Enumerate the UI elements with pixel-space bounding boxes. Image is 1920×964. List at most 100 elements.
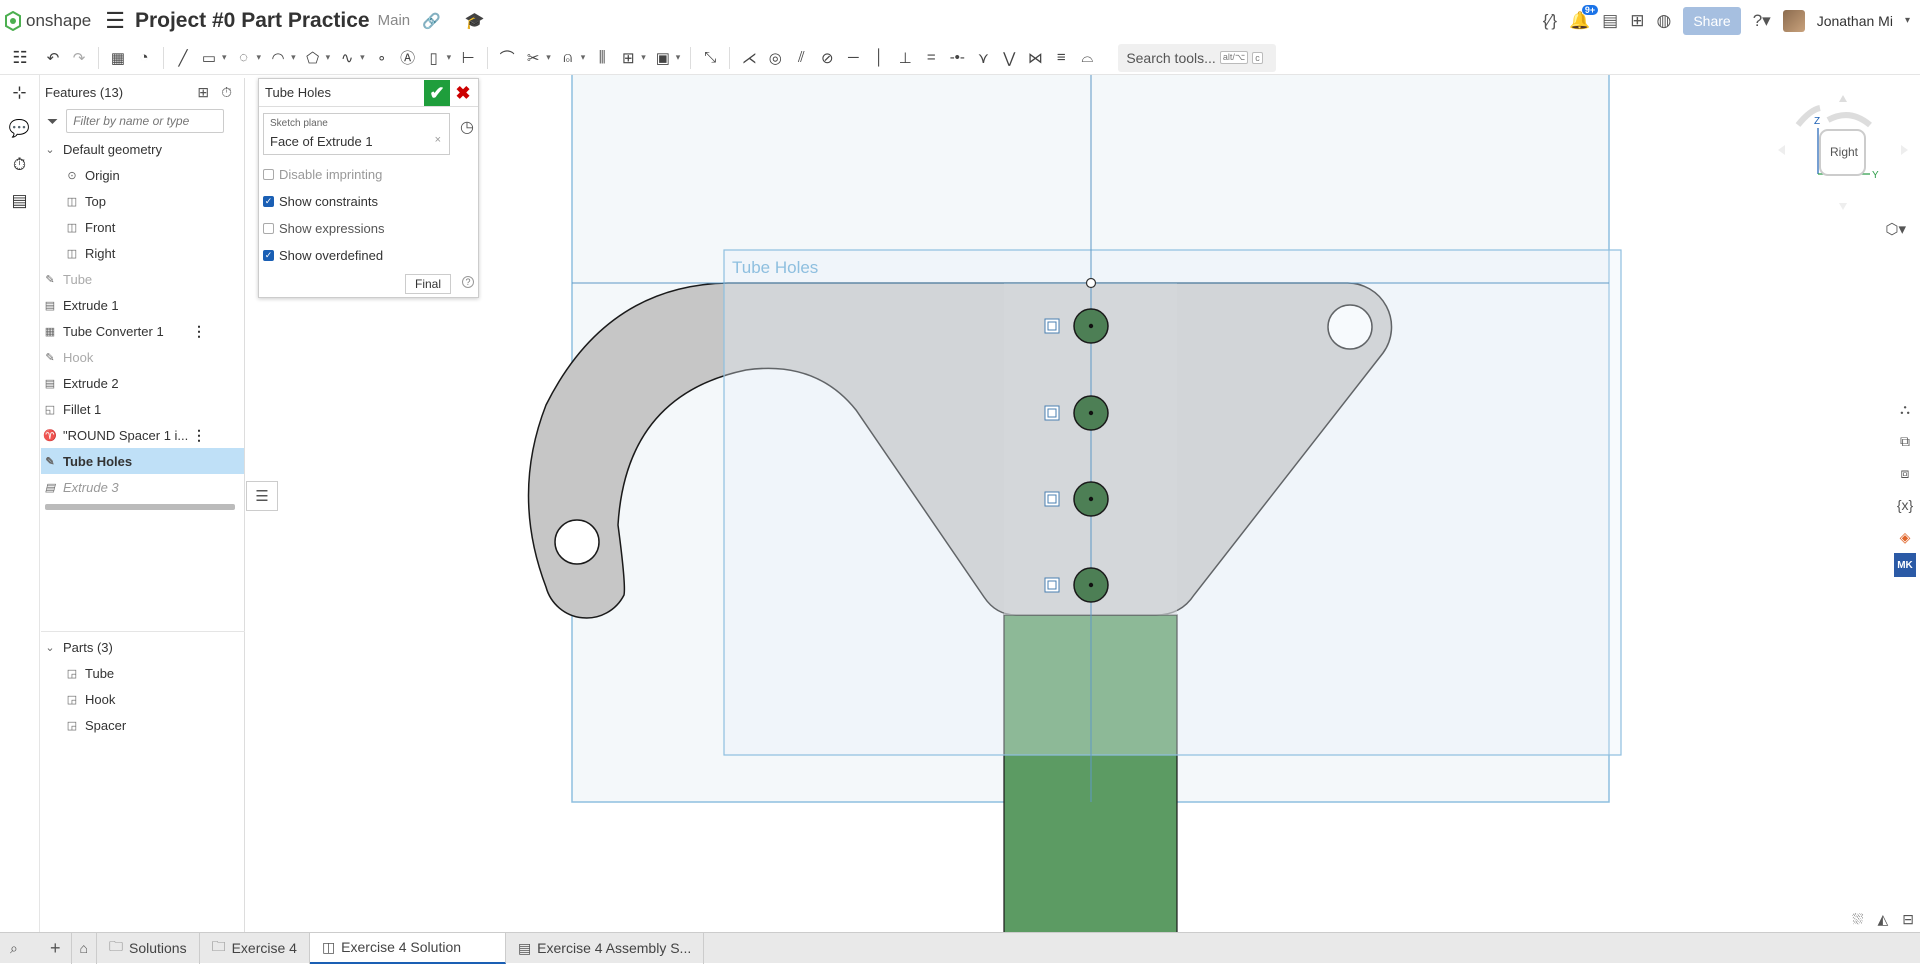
fillet-sketch-icon[interactable]: ⌒ xyxy=(494,47,520,68)
share-button[interactable]: Share xyxy=(1683,6,1741,35)
tree-item-tube-sketch[interactable]: ✎ Tube xyxy=(41,266,244,292)
user-chevron-down-icon[interactable]: ▾ xyxy=(1905,15,1910,26)
more-options-icon[interactable]: ⋮ xyxy=(192,323,206,340)
tree-item-right[interactable]: ◫ Right xyxy=(41,240,244,266)
sketch-origin-point[interactable] xyxy=(1085,277,1097,289)
feature-list-icon[interactable]: ☷ xyxy=(0,48,40,68)
arrow-down-icon[interactable] xyxy=(1839,203,1847,210)
arrow-left-icon[interactable] xyxy=(1778,145,1785,155)
learning-center-icon[interactable]: 🎓 xyxy=(465,11,485,31)
onshape-logo[interactable]: onshape xyxy=(4,10,91,31)
model-viewport[interactable]: Tube Holes xyxy=(246,64,1920,946)
avatar[interactable] xyxy=(1782,9,1805,32)
horizontal-icon[interactable]: ─ xyxy=(840,49,866,66)
tree-item-origin[interactable]: ⊙ Origin xyxy=(41,162,244,188)
sketch-options-icon[interactable]: ◔ xyxy=(131,49,157,66)
chevron-down-icon[interactable]: ▾ xyxy=(447,52,452,63)
dimension-tool-icon[interactable]: ⤡ xyxy=(697,49,723,66)
part-item-hook[interactable]: ◲ Hook xyxy=(41,686,245,712)
use-tool-icon[interactable]: ⊢ xyxy=(455,49,481,67)
app-icon-color[interactable]: ◈ xyxy=(1890,521,1920,553)
tree-item-extrude-2[interactable]: ▤ Extrude 2 xyxy=(41,370,244,396)
configuration-icon[interactable]: ⧉ xyxy=(1890,425,1920,457)
sketch-list-icon[interactable]: ▦ xyxy=(105,49,131,67)
graphics-canvas[interactable]: Tube Holes Z Y Right ⬡▾ ⛬ ⧉ ⧈ {x} ◈ MK xyxy=(246,64,1920,946)
tab-solutions[interactable]: 🗀 Solutions xyxy=(97,932,200,964)
equal-icon[interactable]: = xyxy=(918,49,944,66)
tree-item-hook-sketch[interactable]: ✎ Hook xyxy=(41,344,244,370)
rectangle-tool-icon[interactable]: ▭ xyxy=(196,49,222,67)
insert-feature-icon[interactable]: ⊹ xyxy=(0,75,39,111)
chevron-down-icon[interactable]: ▾ xyxy=(222,52,227,63)
add-folder-icon[interactable]: ⊞ xyxy=(197,84,209,101)
rollback-bar[interactable] xyxy=(45,504,235,510)
undo-icon[interactable]: ↶ xyxy=(40,49,66,67)
tab-exercise-4-assembly[interactable]: ▤ Exercise 4 Assembly S... xyxy=(506,932,705,964)
final-button[interactable]: Final xyxy=(405,274,451,294)
chevron-down-icon[interactable]: ▾ xyxy=(257,52,262,63)
polygon-tool-icon[interactable]: ⬠ xyxy=(300,49,326,67)
mass-properties-icon[interactable]: ◭ xyxy=(1877,911,1888,928)
sketch-plane-field[interactable]: Sketch plane Face of Extrude 1 × xyxy=(263,113,450,155)
fix-icon[interactable]: ≡ xyxy=(1048,49,1074,66)
release-icon[interactable]: ▤ xyxy=(1602,11,1618,31)
pattern-tool-icon[interactable]: ⊞ xyxy=(615,49,641,67)
concentric-icon[interactable]: ◎ xyxy=(762,49,788,67)
measure-icon[interactable]: ⛆ xyxy=(1852,911,1863,928)
view-cube[interactable]: Z Y Right xyxy=(1720,90,1920,210)
tree-item-fillet-1[interactable]: ◱ Fillet 1 xyxy=(41,396,244,422)
curvature-icon[interactable]: ⌓ xyxy=(1074,49,1100,66)
more-options-icon[interactable]: ⋮ xyxy=(192,427,206,444)
constraint-icon[interactable] xyxy=(1044,405,1060,421)
globe-icon[interactable]: ◍ xyxy=(1656,11,1671,31)
text-tool-icon[interactable]: Ⓐ xyxy=(395,47,421,68)
view-options-icon[interactable]: ⬡▾ xyxy=(1885,220,1906,238)
tree-item-extrude-1[interactable]: ▤ Extrude 1 xyxy=(41,292,244,318)
app-icon-mk[interactable]: MK xyxy=(1894,553,1916,577)
rotate-arc-icon[interactable] xyxy=(1826,112,1872,128)
chevron-down-icon[interactable]: ▾ xyxy=(641,52,646,63)
chevron-down-icon[interactable]: ▾ xyxy=(360,52,365,63)
chevron-down-icon[interactable]: ⌄ xyxy=(41,641,59,654)
perpendicular-icon[interactable]: ⊥ xyxy=(892,49,918,67)
point-tool-icon[interactable]: ∘ xyxy=(369,49,395,67)
option-disable-imprinting[interactable]: Disable imprinting xyxy=(263,167,382,182)
option-show-overdefined[interactable]: ✓ Show overdefined xyxy=(263,248,383,263)
tree-item-front[interactable]: ◫ Front xyxy=(41,214,244,240)
comments-icon[interactable]: 💬 xyxy=(0,111,39,147)
mirror-tool-icon[interactable]: ⫼ xyxy=(589,49,615,66)
tree-item-tube-holes[interactable]: ✎ Tube Holes xyxy=(41,448,244,474)
tree-item-tube-converter[interactable]: ▦ Tube Converter 1 ⋮ xyxy=(41,318,244,344)
hole-center-point[interactable] xyxy=(1088,410,1094,416)
option-show-constraints[interactable]: ✓ Show constraints xyxy=(263,194,378,209)
constraint-icon[interactable] xyxy=(1044,577,1060,593)
properties-icon[interactable]: ▤ xyxy=(0,183,39,219)
checkbox[interactable]: ✓ xyxy=(263,250,274,261)
line-tool-icon[interactable]: ╱ xyxy=(170,49,196,67)
vertical-icon[interactable]: │ xyxy=(866,49,892,66)
checkbox[interactable] xyxy=(263,223,274,234)
appearance-icon[interactable]: ⛬ xyxy=(1890,393,1920,425)
variable-table-icon[interactable]: {x} xyxy=(1890,489,1920,521)
menu-icon[interactable]: ☰ xyxy=(105,8,125,34)
cancel-button[interactable]: ✖ xyxy=(452,80,474,106)
arrow-right-icon[interactable] xyxy=(1901,145,1908,155)
constraint-icon[interactable] xyxy=(1044,491,1060,507)
accept-button[interactable]: ✔ xyxy=(424,80,450,106)
search-tools-input[interactable]: Search tools... alt/⌥ c xyxy=(1118,43,1277,72)
offset-tool-icon[interactable]: ⍝ xyxy=(555,49,581,66)
link-icon[interactable]: 🔗 xyxy=(422,12,441,30)
trim-tool-icon[interactable]: ✂ xyxy=(520,49,546,67)
search-icon[interactable]: ⌕ xyxy=(10,940,18,957)
user-name[interactable]: Jonathan Mi xyxy=(1817,13,1893,29)
filter-input[interactable] xyxy=(66,109,225,133)
checkbox[interactable] xyxy=(263,169,274,180)
app-store-icon[interactable]: ⊞ xyxy=(1630,11,1644,31)
checkbox[interactable]: ✓ xyxy=(263,196,274,207)
section-view-icon[interactable]: ⊟ xyxy=(1902,911,1914,928)
filter-icon[interactable]: ⏷ xyxy=(47,113,58,130)
help-icon[interactable]: ? xyxy=(462,276,474,288)
part-item-spacer[interactable]: ◲ Spacer xyxy=(41,712,245,738)
parallel-icon[interactable]: ⫽ xyxy=(788,49,814,66)
arc-tool-icon[interactable]: ◠ xyxy=(265,49,291,67)
